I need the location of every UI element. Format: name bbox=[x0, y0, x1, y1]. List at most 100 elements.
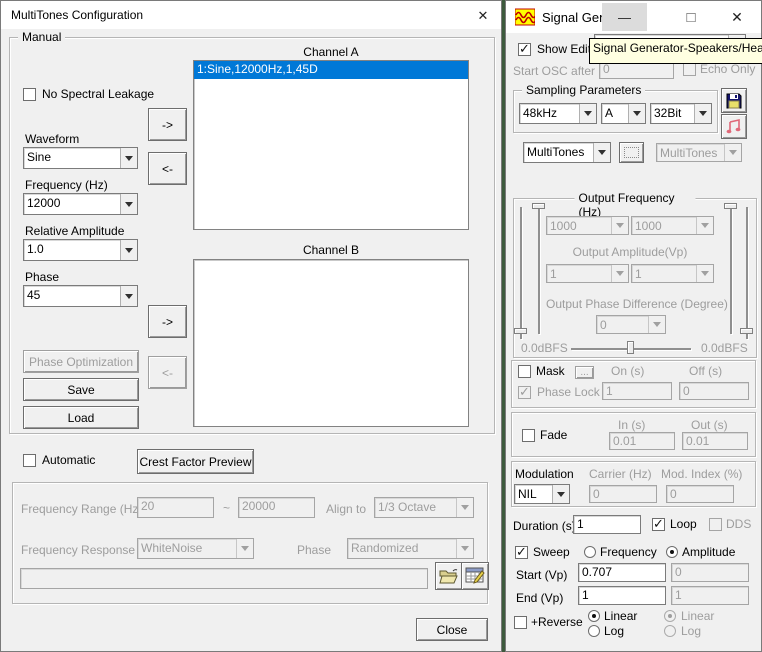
mask-on-input[interactable]: 1 bbox=[602, 382, 672, 400]
add-to-channel-a-button[interactable]: -> bbox=[148, 108, 187, 141]
automatic-checkbox[interactable] bbox=[23, 454, 36, 467]
echo-only-checkbox[interactable] bbox=[683, 63, 696, 76]
sweep-log-radio[interactable] bbox=[588, 625, 600, 637]
output-level-b-slider-thumb[interactable] bbox=[740, 328, 753, 334]
carrier-input[interactable]: 0 bbox=[589, 485, 657, 503]
output-fine-b-slider-thumb[interactable] bbox=[724, 203, 737, 209]
duration-input[interactable]: 1 bbox=[573, 515, 641, 534]
close-icon[interactable]: ✕ bbox=[473, 7, 493, 25]
multitones-titlebar[interactable]: MultiTones Configuration bbox=[1, 1, 501, 29]
waveform-select[interactable]: Sine bbox=[23, 147, 138, 169]
start-vp-input[interactable]: 0.707 bbox=[578, 563, 666, 582]
save-settings-button[interactable] bbox=[721, 88, 747, 113]
chevron-down-icon[interactable] bbox=[120, 240, 137, 260]
end-vp-input[interactable]: 1 bbox=[578, 586, 666, 605]
output-amplitude-a-select[interactable]: 1 bbox=[546, 264, 629, 283]
phase-optimization-button[interactable]: Phase Optimization bbox=[23, 350, 139, 373]
mod-index-input[interactable]: 0 bbox=[666, 485, 734, 503]
chevron-down-icon[interactable] bbox=[694, 104, 711, 123]
frequency-range-max-input[interactable]: 20000 bbox=[238, 497, 315, 518]
output-level-a-slider-thumb[interactable] bbox=[514, 328, 527, 334]
phase-lock-label: Phase Lock bbox=[537, 385, 600, 399]
close-icon[interactable]: ✕ bbox=[720, 3, 754, 31]
tone-preview-button[interactable] bbox=[721, 114, 747, 139]
close-button[interactable]: Close bbox=[416, 618, 488, 641]
end-vp-input-b[interactable]: 1 bbox=[671, 586, 749, 605]
chevron-down-icon[interactable] bbox=[120, 194, 137, 214]
add-to-channel-b-button[interactable]: -> bbox=[148, 305, 187, 338]
mask-on-label: On (s) bbox=[611, 364, 644, 378]
remove-from-channel-a-button[interactable]: <- bbox=[148, 152, 187, 185]
sweep-linear-b-radio[interactable] bbox=[664, 610, 676, 622]
channel-a-selected-item[interactable]: 1:Sine,12000Hz,1,45D bbox=[194, 61, 468, 79]
modulation-select[interactable]: NIL bbox=[514, 484, 570, 504]
file-path-input[interactable] bbox=[20, 568, 428, 589]
wave-options-button[interactable] bbox=[619, 142, 644, 163]
sweep-amplitude-radio[interactable] bbox=[666, 546, 678, 558]
auto-phase-select[interactable]: Randomized bbox=[347, 538, 474, 559]
sweep-frequency-radio[interactable] bbox=[584, 546, 596, 558]
sweep-linear-radio[interactable] bbox=[588, 610, 600, 622]
crest-factor-preview-button[interactable]: Crest Factor Preview bbox=[137, 449, 254, 474]
frequency-range-min-input[interactable]: 20 bbox=[137, 497, 214, 518]
balance-slider-thumb[interactable] bbox=[627, 341, 634, 354]
dialog-title: MultiTones Configuration bbox=[1, 8, 143, 22]
maximize-icon[interactable]: □ bbox=[674, 3, 708, 31]
dds-label: DDS bbox=[726, 517, 751, 531]
sampling-channel-select[interactable]: A bbox=[601, 103, 646, 124]
fade-out-input[interactable]: 0.01 bbox=[682, 432, 748, 450]
start-vp-input-b[interactable]: 0 bbox=[671, 563, 749, 582]
output-fine-a-slider-track[interactable] bbox=[538, 204, 540, 334]
align-to-select[interactable]: 1/3 Octave bbox=[374, 497, 474, 518]
sweep-log-b-radio[interactable] bbox=[664, 625, 676, 637]
load-button[interactable]: Load bbox=[23, 406, 139, 429]
output-level-b-slider-track[interactable] bbox=[746, 207, 748, 339]
reverse-checkbox[interactable] bbox=[514, 616, 527, 629]
channel-a-listbox[interactable]: 1:Sine,12000Hz,1,45D bbox=[193, 60, 469, 230]
chevron-down-icon[interactable] bbox=[552, 485, 569, 503]
multitones-configuration-dialog: MultiTones Configuration ✕ Manual No Spe… bbox=[0, 0, 502, 652]
frequency-response-select[interactable]: WhiteNoise bbox=[137, 538, 254, 559]
sweep-checkbox[interactable] bbox=[515, 546, 528, 559]
sampling-bits-select[interactable]: 32Bit bbox=[650, 103, 712, 124]
output-fine-a-slider-thumb[interactable] bbox=[532, 203, 545, 209]
remove-from-channel-b-button[interactable]: <- bbox=[148, 356, 187, 389]
channel-b-listbox[interactable] bbox=[193, 259, 469, 427]
output-frequency-a-select[interactable]: 1000 bbox=[546, 216, 629, 235]
wave-type-a-select[interactable]: MultiTones bbox=[523, 142, 611, 163]
mask-off-input[interactable]: 0 bbox=[679, 382, 749, 400]
chevron-down-icon[interactable] bbox=[120, 148, 137, 168]
phase-select[interactable]: 45 bbox=[23, 285, 138, 307]
output-fine-b-slider-track[interactable] bbox=[730, 204, 732, 334]
chevron-down-icon bbox=[696, 217, 713, 234]
edit-table-button[interactable] bbox=[461, 562, 489, 590]
start-osc-label: Start OSC after (s) bbox=[513, 64, 612, 78]
chevron-down-icon[interactable] bbox=[579, 104, 596, 123]
dds-checkbox[interactable] bbox=[709, 518, 722, 531]
minimize-icon[interactable]: — bbox=[602, 3, 647, 31]
save-button[interactable]: Save bbox=[23, 378, 139, 401]
chevron-down-icon[interactable] bbox=[628, 104, 645, 123]
chevron-down-icon[interactable] bbox=[593, 143, 610, 162]
output-level-a-slider-track[interactable] bbox=[520, 207, 522, 339]
show-editor-checkbox[interactable] bbox=[518, 43, 531, 56]
chevron-down-icon[interactable] bbox=[120, 286, 137, 306]
wave-type-b-select[interactable]: MultiTones bbox=[656, 143, 742, 162]
phase-lock-checkbox[interactable] bbox=[518, 386, 531, 399]
frequency-select[interactable]: 12000 bbox=[23, 193, 138, 215]
relative-amplitude-select[interactable]: 1.0 bbox=[23, 239, 138, 261]
output-frequency-b-select[interactable]: 1000 bbox=[631, 216, 714, 235]
open-file-button[interactable] bbox=[435, 562, 463, 590]
output-amplitude-b-select[interactable]: 1 bbox=[631, 264, 714, 283]
fade-checkbox[interactable] bbox=[522, 429, 535, 442]
fade-in-input[interactable]: 0.01 bbox=[609, 432, 675, 450]
mask-checkbox[interactable] bbox=[518, 365, 531, 378]
sampling-rate-select[interactable]: 48kHz bbox=[519, 103, 597, 124]
wave-type-a-value: MultiTones bbox=[524, 143, 593, 162]
no-spectral-leakage-checkbox[interactable] bbox=[23, 88, 36, 101]
mask-more-button[interactable]: ... bbox=[575, 366, 594, 379]
dbfs-right-label: 0.0dBFS bbox=[701, 341, 748, 355]
loop-checkbox[interactable] bbox=[652, 518, 665, 531]
sweep-label: Sweep bbox=[533, 545, 570, 559]
output-phase-difference-select[interactable]: 0 bbox=[596, 315, 666, 334]
